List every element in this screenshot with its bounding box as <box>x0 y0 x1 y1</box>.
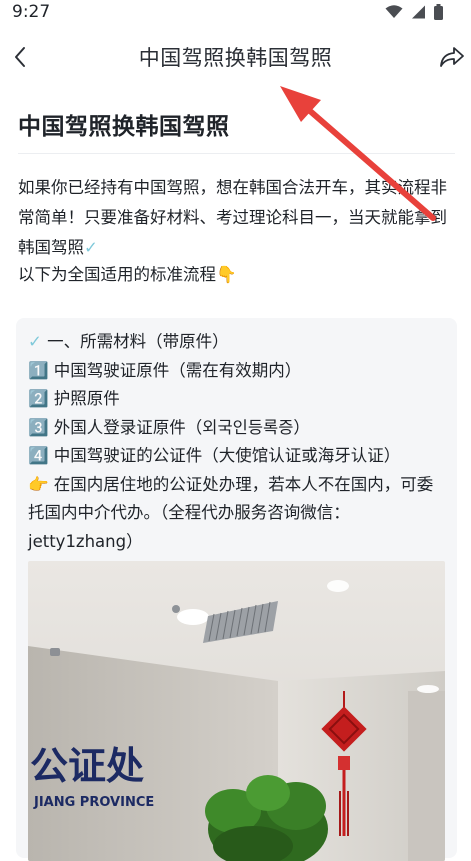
article-title: 中国驾照换韩国驾照 <box>18 114 230 140</box>
photo-scene: 公证处 JIANG PROVINCE <box>28 561 445 861</box>
materials-card: ✓ 一、所需材料（带原件） 1️⃣ 中国驾驶证原件（需在有效期内） 2️⃣ 护照… <box>16 318 457 861</box>
chevron-left-icon <box>15 47 25 67</box>
top-navigation-bar: 中国驾照换韩国驾照 <box>0 30 471 84</box>
share-button[interactable] <box>437 43 467 71</box>
process-intro: 以下为全国适用的标准流程👇 <box>18 260 456 290</box>
pointing-right-icon: 👉 <box>28 474 49 494</box>
list-item: 1️⃣ 中国驾驶证原件（需在有效期内） <box>28 360 302 380</box>
sign-subtext: JIANG PROVINCE <box>33 795 154 810</box>
notary-note: 👉 在国内居住地的公证处办理，若本人不在国内，可委托国内中介代办。（全程代办服务… <box>28 471 448 557</box>
status-bar: 9:27 <box>0 0 471 26</box>
status-time: 9:27 <box>12 2 51 22</box>
intro-text: 如果你已经持有中国驾照，想在韩国合法开车，其实流程非常简单！只要准备好材料、考过… <box>18 178 447 257</box>
page-title: 中国驾照换韩国驾照 <box>138 46 333 70</box>
materials-list: ✓ 一、所需材料（带原件） 1️⃣ 中国驾驶证原件（需在有效期内） 2️⃣ 护照… <box>28 328 448 556</box>
notary-office-photo[interactable]: 公证处 JIANG PROVINCE <box>28 561 445 861</box>
status-icons <box>385 4 443 20</box>
pointing-down-icon: 👇 <box>216 265 237 284</box>
back-button[interactable] <box>6 43 34 71</box>
list-item: 3️⃣ 外国人登录证原件（외국인등록증） <box>28 417 310 437</box>
intro-paragraph: 如果你已经持有中国驾照，想在韩国合法开车，其实流程非常简单！只要准备好材料、考过… <box>18 173 456 263</box>
notary-note-text: 在国内居住地的公证处办理，若本人不在国内，可委托国内中介代办。（全程代办服务咨询… <box>28 474 434 551</box>
list-item: 2️⃣ 护照原件 <box>28 389 120 408</box>
wifi-icon <box>385 5 403 18</box>
check-mark-icon: ✓ <box>84 238 98 257</box>
title-divider <box>18 153 455 154</box>
battery-icon <box>434 4 443 20</box>
process-intro-text: 以下为全国适用的标准流程 <box>18 265 216 284</box>
signal-icon <box>412 5 425 19</box>
materials-heading-text: 一、所需材料（带原件） <box>47 332 229 351</box>
check-mark-icon: ✓ <box>28 332 42 351</box>
materials-heading: ✓ 一、所需材料（带原件） <box>28 328 448 357</box>
list-item: 4️⃣ 中国驾驶证的公证件（大使馆认证或海牙认证） <box>28 446 401 465</box>
sign-text: 公证处 <box>30 743 144 788</box>
share-icon <box>440 47 464 67</box>
